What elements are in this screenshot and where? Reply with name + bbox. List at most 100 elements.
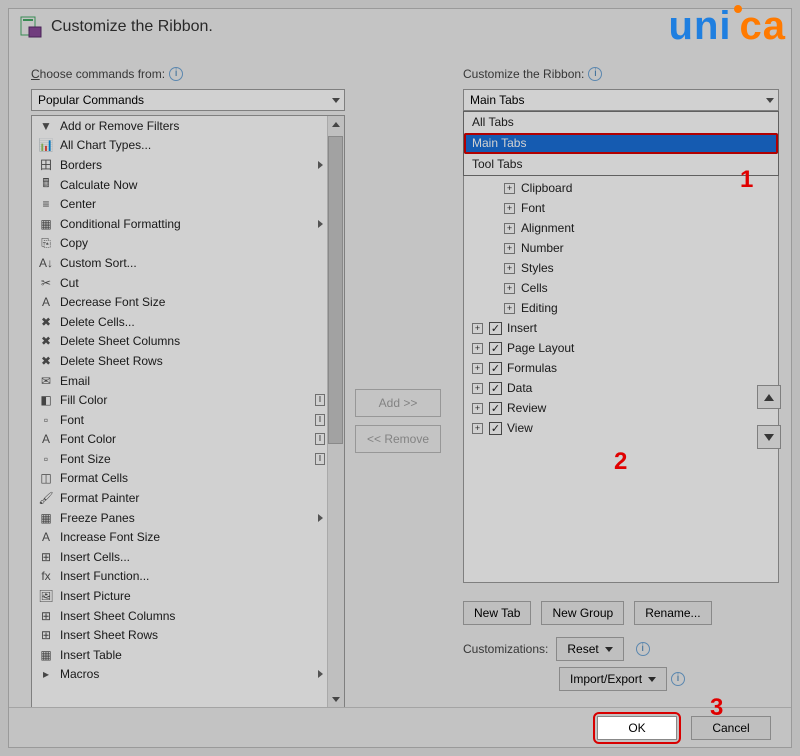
command-item[interactable]: 📊All Chart Types... [32, 136, 327, 156]
command-item[interactable]: ✖Delete Cells... [32, 312, 327, 332]
command-item[interactable]: ▸Macros [32, 665, 327, 685]
checkbox[interactable]: ✓ [489, 382, 502, 395]
command-item[interactable]: ◫Format Cells [32, 469, 327, 489]
tree-label: Review [507, 401, 546, 415]
fill-icon: ◧ [38, 392, 54, 408]
expand-icon[interactable]: + [472, 383, 483, 394]
delcol-icon: ✖ [38, 333, 54, 349]
command-item[interactable]: ✖Delete Sheet Columns [32, 332, 327, 352]
email-icon: ✉ [38, 373, 54, 389]
add-button[interactable]: Add >> [355, 389, 441, 417]
ribbon-tree[interactable]: +Clipboard+Font+Alignment+Number+Styles+… [463, 175, 779, 583]
choose-commands-combo[interactable]: Popular Commands [31, 89, 345, 111]
tree-node[interactable]: +Cells [464, 278, 778, 298]
command-item[interactable]: ⊞Insert Cells... [32, 547, 327, 567]
command-item[interactable]: ✂Cut [32, 273, 327, 293]
command-item[interactable]: ▦Conditional Formatting [32, 214, 327, 234]
checkbox[interactable]: ✓ [489, 342, 502, 355]
command-item[interactable]: AIncrease Font Size [32, 527, 327, 547]
tree-node[interactable]: + ✓ Page Layout [464, 338, 778, 358]
command-item[interactable]: ⎘Copy [32, 234, 327, 254]
command-label: Font [60, 413, 84, 427]
command-item[interactable]: ▫FontI [32, 410, 327, 430]
cancel-button[interactable]: Cancel [691, 716, 771, 740]
tree-node[interactable]: +✓Insert [464, 318, 778, 338]
move-down-button[interactable] [757, 425, 781, 449]
expand-icon[interactable]: + [504, 263, 515, 274]
scrollbar[interactable] [327, 116, 344, 708]
tree-node[interactable]: + Font [464, 198, 778, 218]
expand-icon[interactable]: + [504, 283, 515, 294]
checkbox[interactable]: ✓ [489, 422, 502, 435]
command-item[interactable]: 🖌Format Painter [32, 488, 327, 508]
customize-ribbon-combo[interactable]: Main Tabs [463, 89, 779, 111]
command-item[interactable]: 🖼Insert Picture [32, 586, 327, 606]
command-item[interactable]: A↓Custom Sort... [32, 253, 327, 273]
command-item[interactable]: ⊞Insert Sheet Columns [32, 606, 327, 626]
tree-node[interactable]: +Number [464, 238, 778, 258]
rename-button[interactable]: Rename... [634, 601, 711, 625]
dropdown-option[interactable]: Tool Tabs [464, 154, 778, 175]
command-item[interactable]: 🖩Calculate Now [32, 175, 327, 195]
info-icon[interactable]: i [588, 67, 602, 81]
checkbox[interactable]: ✓ [489, 402, 502, 415]
new-group-button[interactable]: New Group [541, 601, 624, 625]
dropdown-option[interactable]: All Tabs [464, 112, 778, 133]
expand-icon[interactable]: + [504, 303, 515, 314]
chevron-down-icon [332, 98, 340, 103]
scroll-up-button[interactable] [328, 116, 344, 133]
command-item[interactable]: ≡Center [32, 194, 327, 214]
new-tab-button[interactable]: New Tab [463, 601, 531, 625]
checkbox[interactable]: ✓ [489, 322, 502, 335]
expand-icon[interactable]: + [504, 203, 515, 214]
info-icon[interactable]: i [671, 672, 685, 686]
checkbox[interactable]: ✓ [489, 362, 502, 375]
expand-icon[interactable]: + [504, 243, 515, 254]
import-export-row: Import/Export i [463, 667, 779, 691]
tree-node[interactable]: +Clipboard [464, 178, 778, 198]
command-item[interactable]: 田Borders [32, 155, 327, 175]
expand-icon[interactable]: + [472, 403, 483, 414]
command-item[interactable]: ▦Freeze Panes [32, 508, 327, 528]
expand-icon[interactable]: + [472, 423, 483, 434]
tree-node[interactable]: +✓Formulas [464, 358, 778, 378]
command-item[interactable]: ✖Delete Sheet Rows [32, 351, 327, 371]
command-item[interactable]: fxInsert Function... [32, 567, 327, 587]
command-item[interactable]: ADecrease Font Size [32, 292, 327, 312]
dropdown-option[interactable]: Main Tabs [464, 133, 778, 154]
command-item[interactable]: ▦Insert Table [32, 645, 327, 665]
tree-label: Font [521, 201, 545, 215]
move-up-button[interactable] [757, 385, 781, 409]
reset-button[interactable]: Reset [556, 637, 623, 661]
command-item[interactable]: ◧Fill ColorI [32, 390, 327, 410]
commands-listbox[interactable]: ▼Add or Remove Filters📊All Chart Types..… [31, 115, 345, 709]
scroll-thumb[interactable] [328, 136, 343, 444]
tree-node[interactable]: +Editing [464, 298, 778, 318]
expand-icon[interactable]: + [504, 223, 515, 234]
unica-logo: unica [669, 4, 787, 49]
info-icon[interactable]: i [636, 642, 650, 656]
ok-button[interactable]: OK [597, 716, 677, 740]
command-item[interactable]: ⊞Insert Sheet Rows [32, 625, 327, 645]
scroll-down-button[interactable] [328, 691, 344, 708]
expand-icon[interactable]: + [472, 323, 483, 334]
import-export-button[interactable]: Import/Export [559, 667, 667, 691]
tree-node[interactable]: +Alignment [464, 218, 778, 238]
command-item[interactable]: AFont ColorI [32, 430, 327, 450]
command-item[interactable]: ▫Font SizeI [32, 449, 327, 469]
customize-ribbon-dropdown[interactable]: All TabsMain TabsTool Tabs [463, 111, 779, 176]
info-icon[interactable]: i [169, 67, 183, 81]
command-item[interactable]: ✉Email [32, 371, 327, 391]
expand-icon[interactable]: + [472, 343, 483, 354]
expand-icon[interactable]: + [472, 363, 483, 374]
expand-icon[interactable]: + [504, 183, 515, 194]
tree-node[interactable]: + ✓ Review [464, 398, 778, 418]
macros-icon: ▸ [38, 666, 54, 682]
tree-label: Page Layout [507, 341, 574, 355]
remove-button[interactable]: << Remove [355, 425, 441, 453]
command-item[interactable]: ▼Add or Remove Filters [32, 116, 327, 136]
tree-node[interactable]: +✓View [464, 418, 778, 438]
tree-node[interactable]: +Styles [464, 258, 778, 278]
tree-node[interactable]: +✓Data [464, 378, 778, 398]
command-label: Freeze Panes [60, 511, 135, 525]
